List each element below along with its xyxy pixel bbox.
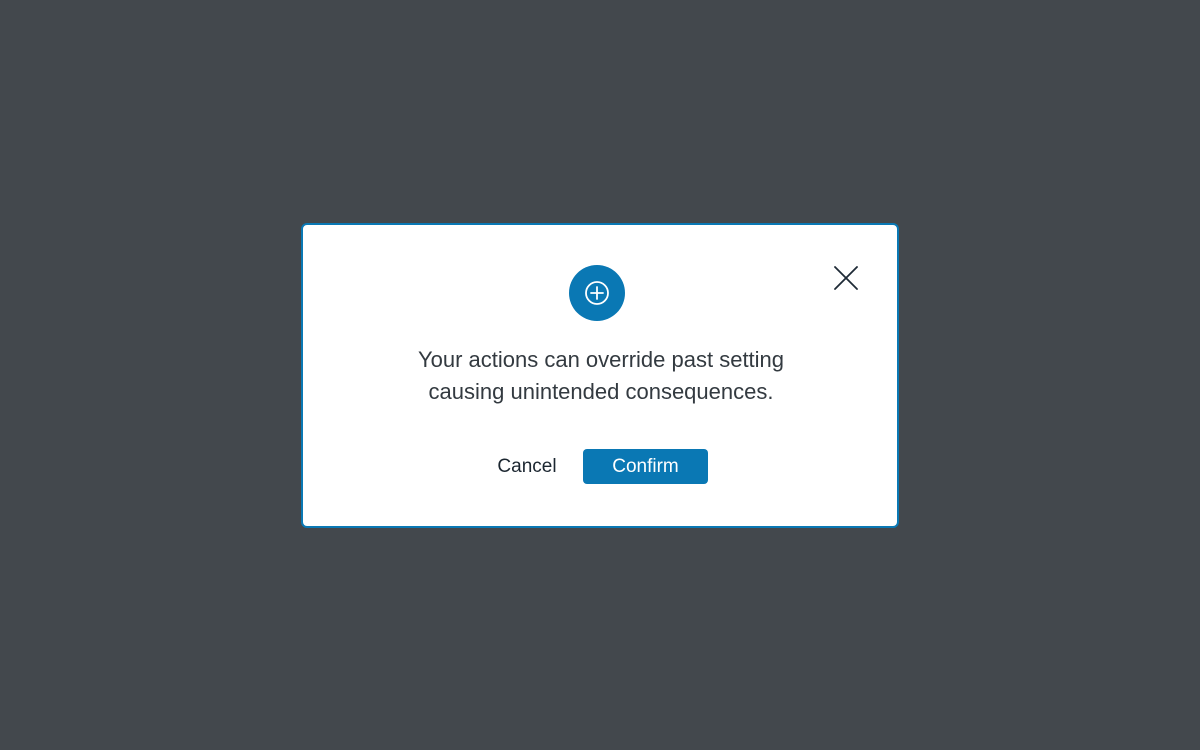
dialog-message: Your actions can override past setting c… [303, 344, 899, 408]
confirm-button[interactable]: Confirm [583, 449, 708, 484]
confirm-dialog: Your actions can override past setting c… [301, 223, 899, 528]
dialog-message-line-2: causing unintended consequences. [428, 379, 774, 404]
dialog-actions: Cancel Confirm [303, 449, 899, 484]
close-button[interactable] [834, 266, 858, 290]
plus-circle-icon [585, 281, 609, 305]
dialog-message-line-1: Your actions can override past setting [417, 347, 785, 372]
cancel-button[interactable]: Cancel [489, 449, 565, 484]
dialog-icon-badge [569, 265, 625, 321]
close-icon [834, 266, 858, 290]
